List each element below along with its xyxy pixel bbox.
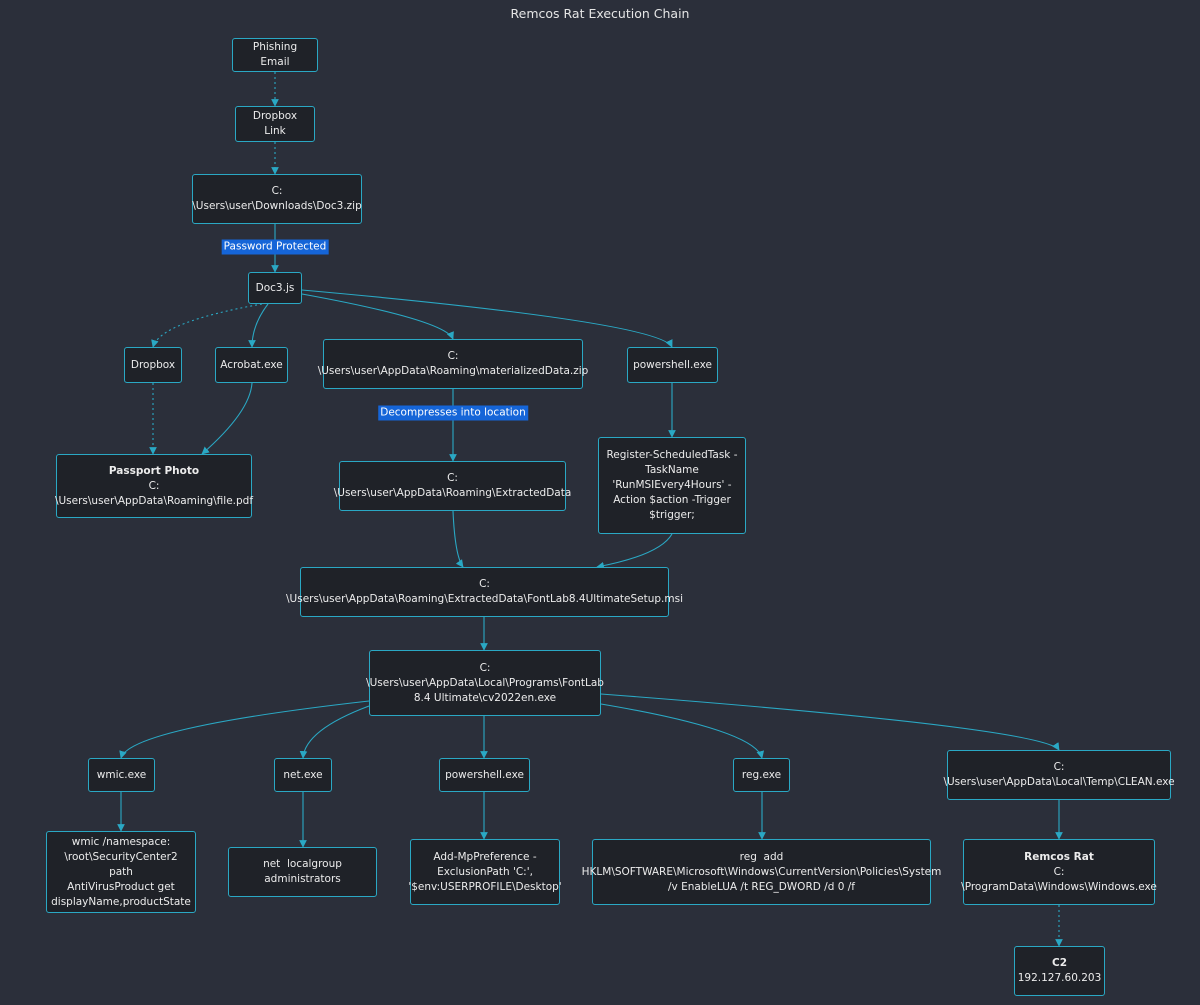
node-text-line: C:: [1053, 761, 1065, 773]
node-extracted: C: \Users\user\AppData\Roaming\ExtractedD…: [334, 461, 571, 511]
node-title: Remcos Rat: [1024, 850, 1094, 863]
node-text-line: C:: [148, 479, 160, 492]
node-dropbox-link: Dropbox Link: [235, 106, 315, 142]
node-mppref: Add-MpPreference - ExclusionPath 'C:', '$e…: [408, 839, 562, 905]
node-text-line: 'RunMSIEvery4Hours' -: [612, 479, 732, 491]
node-text-line: \Users\user\AppData\Roaming\materialized…: [317, 365, 589, 377]
node-powershell2: powershell.exe: [439, 758, 530, 792]
node-text-line: C:: [447, 350, 459, 362]
node-net-cmd: net localgroup administrators: [228, 847, 377, 897]
node-text-line: C:: [479, 578, 490, 590]
node-text-line: reg.exe: [741, 768, 782, 781]
node-text-line: \root\SecurityCenter2 path: [64, 850, 181, 878]
node-text-line: Dropbox Link: [252, 110, 301, 137]
node-schedtask: Register-ScheduledTask - TaskName 'RunMSIE…: [598, 437, 746, 534]
edge-doc3-js-to-materialized: [301, 293, 454, 340]
node-msi: C: \Users\user\AppData\Roaming\ExtractedD…: [286, 567, 683, 617]
node-text-line: powershell.exe: [633, 358, 712, 371]
node-materialized: C: \Users\user\AppData\Roaming\materializ…: [318, 339, 588, 389]
node-text-line: Doc3.js: [255, 281, 295, 294]
node-text-line: \Users\user\AppData\Roaming\ExtractedDat…: [333, 487, 572, 499]
node-text-line: Register-ScheduledTask -: [606, 449, 738, 461]
node-text-line: AntiVirusProduct get: [67, 880, 175, 893]
node-text-line: C:: [479, 661, 491, 674]
node-remcos: Remcos Rat C: \ProgramData\Windows\Windows…: [961, 839, 1157, 905]
edge-cv2022-to-reg: [600, 703, 765, 759]
node-text-line: net.exe: [283, 768, 323, 781]
node-text-line: C:: [1053, 865, 1065, 878]
node-text-line: reg add: [739, 850, 784, 863]
edge-label: Decompresses into location: [378, 405, 528, 421]
node-text-line: TaskName: [645, 464, 699, 476]
node-clean: C: \Users\user\AppData\Local\Temp\CLEAN.e…: [943, 750, 1175, 800]
node-text-line: powershell.exe: [445, 768, 524, 781]
node-acrobat: Acrobat.exe: [215, 347, 288, 383]
node-text-line: wmic /namespace:: [71, 835, 171, 848]
node-text-line: Phishing Email: [252, 41, 301, 68]
node-cv2022: C: \Users\user\AppData\Local\Programs\Fon…: [366, 650, 604, 716]
edge-cv2022-to-clean: [600, 693, 1060, 751]
node-text-line: \Users\user\AppData\Roaming\file.pdf: [54, 494, 254, 507]
node-text-line: \ProgramData\Windows\Windows.exe: [961, 880, 1157, 893]
edge-doc3-js-to-acrobat: [248, 303, 269, 348]
edge-extracted-to-msi: [452, 510, 464, 568]
node-wmic: wmic.exe: [88, 758, 155, 792]
node-dropbox: Dropbox: [124, 347, 182, 383]
node-text-line: wmic.exe: [96, 768, 147, 781]
edge-cv2022-to-wmic: [119, 700, 370, 759]
edge-schedtask-to-msi: [596, 533, 673, 570]
node-text-line: C:: [447, 472, 458, 484]
node-text-line: \Users\user\Downloads\Doc3.zip: [192, 200, 362, 212]
node-text-line: /v EnableLUA /t REG_DWORD /d 0 /f: [668, 880, 855, 893]
node-text-line: HKLM\SOFTWARE\Microsoft\Windows\CurrentV…: [581, 865, 942, 878]
node-net: net.exe: [274, 758, 332, 792]
node-powershell1: powershell.exe: [627, 347, 718, 383]
node-text-line: administrators: [264, 873, 341, 885]
edge-acrobat-to-passport: [201, 382, 253, 455]
node-text-line: ExclusionPath 'C:',: [437, 865, 533, 878]
edge-cv2022-to-net: [299, 705, 370, 759]
node-title: Passport Photo: [108, 464, 200, 477]
node-passport: Passport Photo C: \Users\user\AppData\Roam…: [54, 454, 254, 518]
node-text-line: '$env:USERPROFILE\Desktop': [408, 880, 562, 893]
node-reg-cmd: reg add HKLM\SOFTWARE\Microsoft\Windows\C…: [582, 839, 941, 905]
node-text-line: Acrobat.exe: [220, 358, 283, 371]
node-text-line: \Users\user\AppData\Roaming\ExtractedDat…: [286, 593, 683, 605]
node-text-line: displayName,productState: [51, 895, 191, 908]
node-text-line: $trigger;: [649, 509, 695, 521]
node-text-line: Add-MpPreference -: [433, 850, 537, 863]
node-text-line: \Users\user\AppData\Local\Temp\CLEAN.exe: [943, 776, 1175, 788]
node-text-line: 192.127.60.203: [1017, 972, 1102, 984]
node-wmic-cmd: wmic /namespace: \root\SecurityCenter2 pa…: [46, 831, 196, 913]
node-c2: C2 192.127.60.203: [1014, 946, 1105, 996]
node-text-line: Action $action -Trigger: [613, 494, 731, 506]
node-phishing: Phishing Email: [232, 38, 318, 72]
node-doc3-js: Doc3.js: [248, 272, 302, 304]
node-text-line: Dropbox: [130, 358, 176, 371]
edge-label: Password Protected: [221, 239, 329, 255]
node-text-line: net localgroup: [263, 858, 342, 870]
node-title: C2: [1051, 957, 1067, 969]
node-text-line: \Users\user\AppData\Local\Programs\FontL…: [366, 676, 604, 689]
edge-doc3-js-to-dropbox: [151, 303, 263, 348]
diagram-title: Remcos Rat Execution Chain: [510, 6, 690, 21]
node-text-line: 8.4 Ultimate\cv2022en.exe: [413, 691, 557, 704]
node-doc3-zip: C: \Users\user\Downloads\Doc3.zip: [192, 174, 362, 224]
node-text-line: C:: [271, 185, 283, 197]
node-reg: reg.exe: [733, 758, 790, 792]
